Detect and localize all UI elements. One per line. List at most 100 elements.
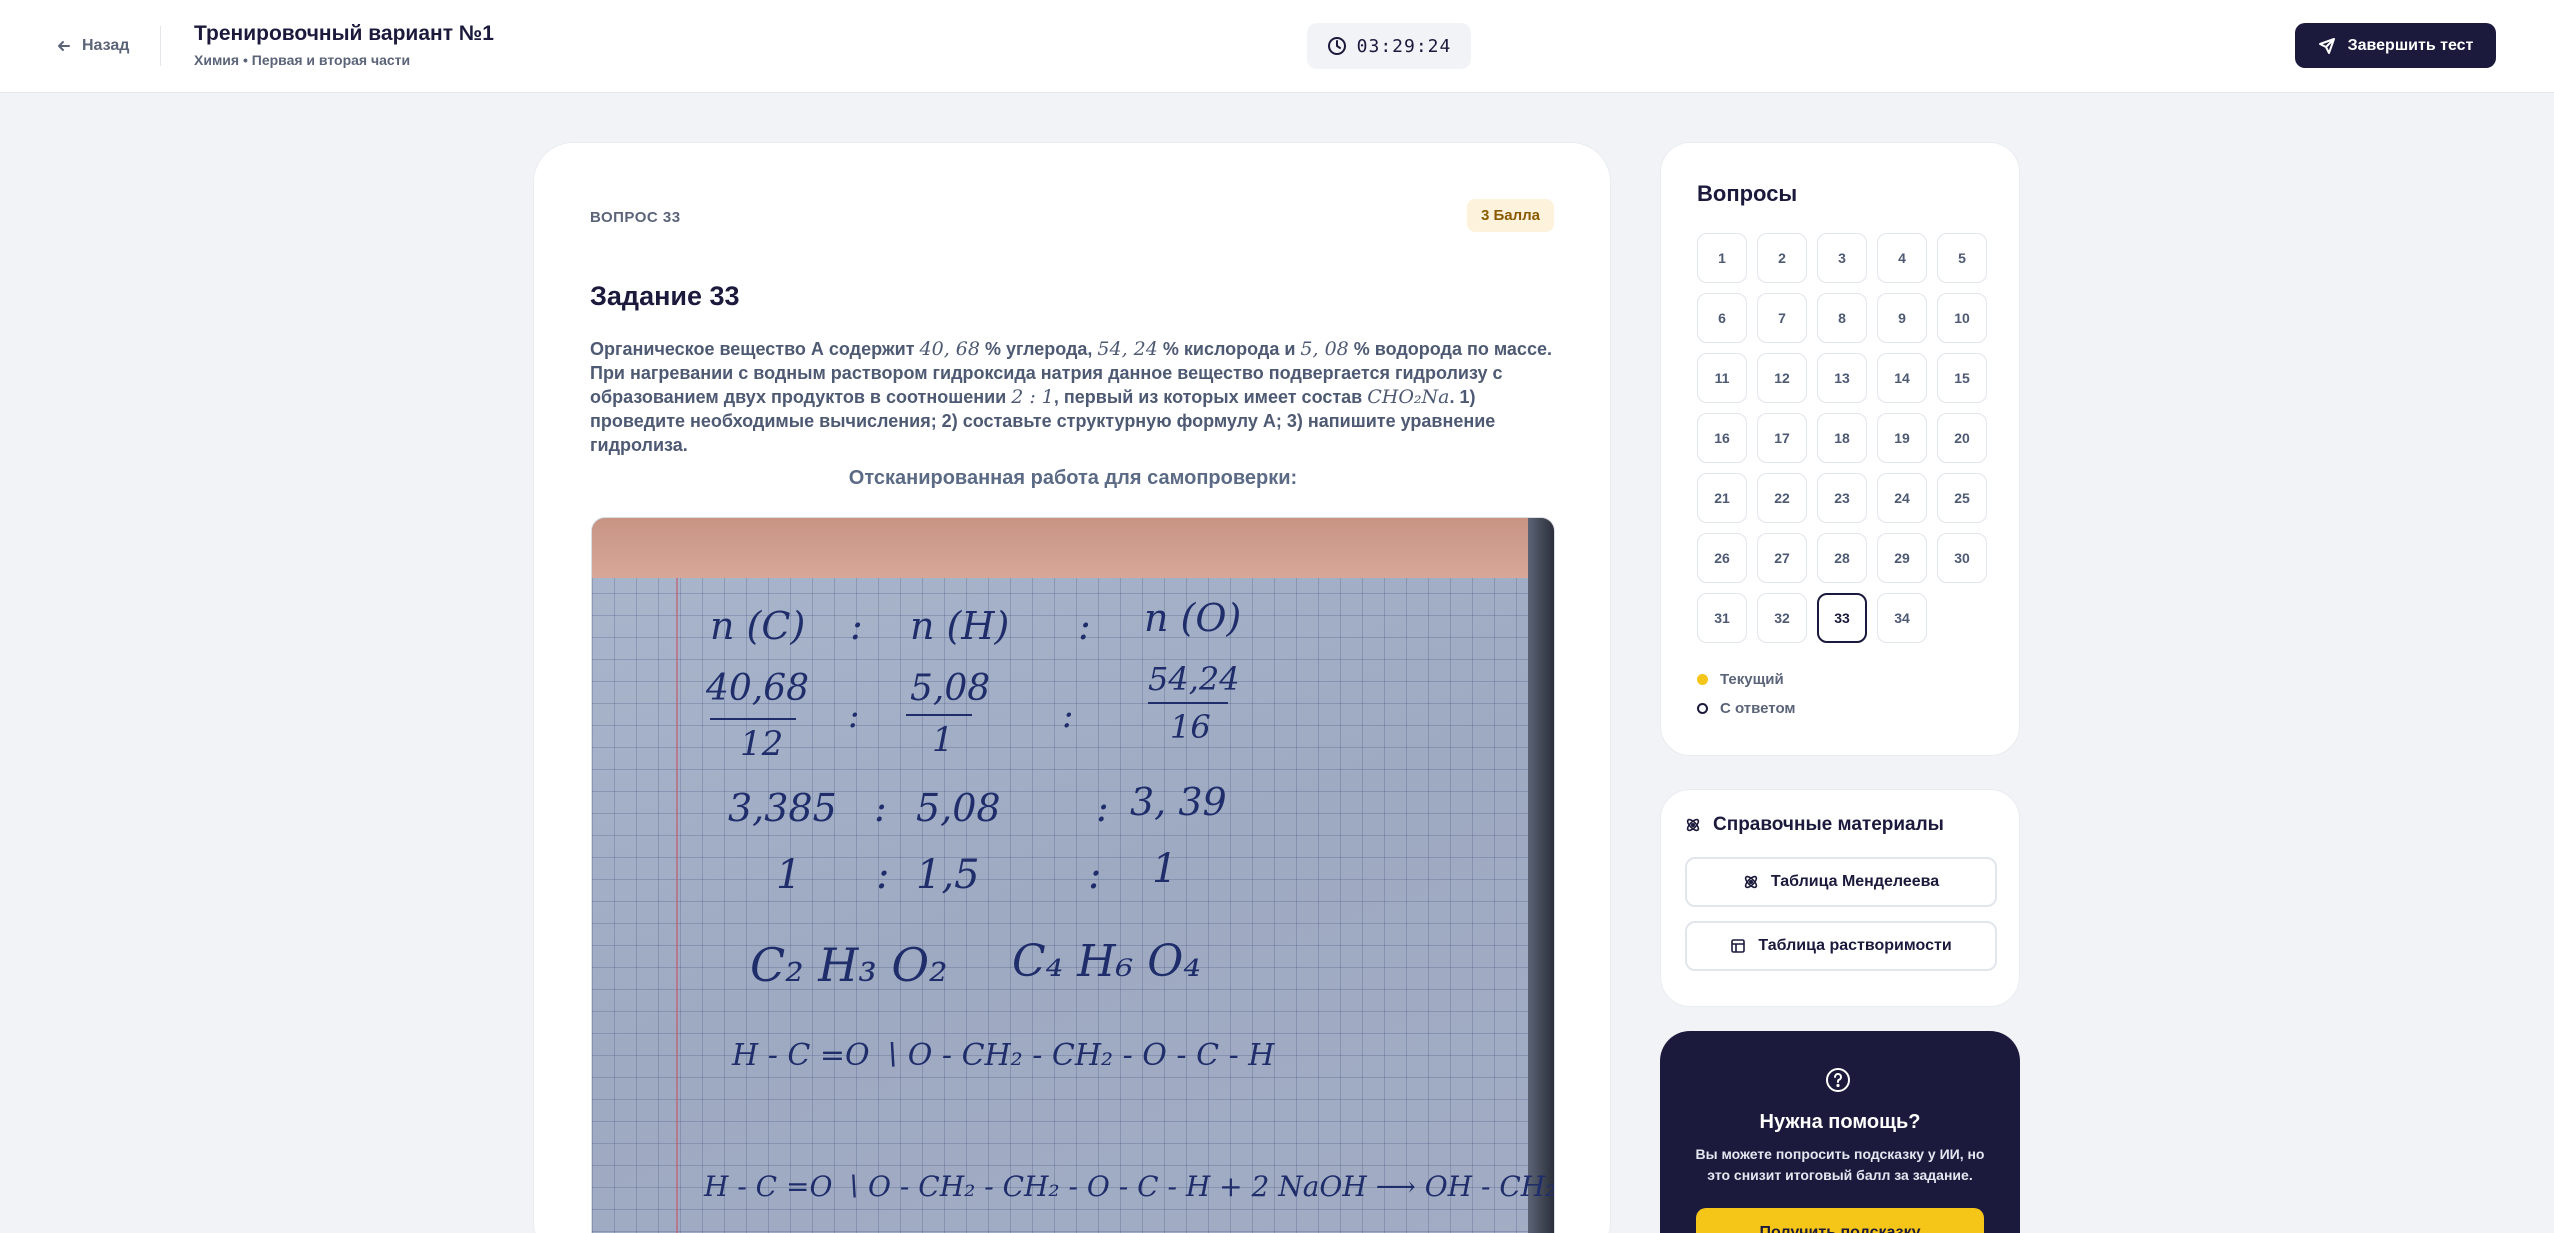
questions-panel: Вопросы 1 2 3 4 5 6 7 8 9 10 11 12 13 14 15 16 17 18 19 20 2…: [1660, 142, 2020, 756]
current-dot-icon: [1697, 674, 1708, 685]
question-nav-button[interactable]: 9: [1877, 293, 1927, 343]
question-nav-button[interactable]: 7: [1757, 293, 1807, 343]
reference-title-label: Справочные материалы: [1713, 814, 1944, 835]
hw-text: 16: [1170, 708, 1211, 746]
help-panel: Нужна помощь? Вы можете попросить подска…: [1660, 1031, 2020, 1233]
hw-text: n (C): [710, 604, 806, 648]
send-icon: [2318, 37, 2335, 54]
question-nav-button[interactable]: 2: [1757, 233, 1807, 283]
question-nav-button[interactable]: 21: [1697, 473, 1747, 523]
question-nav-button[interactable]: 3: [1817, 233, 1867, 283]
question-grid: 1 2 3 4 5 6 7 8 9 10 11 12 13 14 15 16 17 18 19 20 21 22 23 24 2…: [1697, 233, 1987, 643]
hw-text: 12: [740, 724, 784, 764]
task-title: Задание 33: [590, 281, 740, 311]
timer: 03:29:24: [1307, 23, 1471, 69]
finish-test-label: Завершить тест: [2347, 36, 2474, 54]
fraction-line: [710, 718, 796, 720]
question-nav-button[interactable]: 16: [1697, 413, 1747, 463]
solubility-table-label: Таблица растворимости: [1758, 937, 1952, 954]
question-nav-button[interactable]: 23: [1817, 473, 1867, 523]
header-divider: [160, 26, 161, 66]
hw-text: 40,68: [706, 668, 810, 709]
math-formula: CHO₂Na: [1367, 386, 1450, 408]
question-nav-button[interactable]: 12: [1757, 353, 1807, 403]
hw-text: :: [1062, 696, 1074, 736]
table-icon: [1731, 939, 1746, 953]
question-nav-button[interactable]: 17: [1757, 413, 1807, 463]
fraction-line: [1148, 702, 1228, 704]
question-nav-button[interactable]: 33: [1817, 593, 1867, 643]
scan-edge-shadow: [1528, 518, 1554, 1233]
question-nav-button[interactable]: 14: [1877, 353, 1927, 403]
question-nav-button[interactable]: 19: [1877, 413, 1927, 463]
task-text-part: , первый из которых имеет состав: [1053, 387, 1368, 407]
question-nav-button[interactable]: 11: [1697, 353, 1747, 403]
question-nav-button[interactable]: 22: [1757, 473, 1807, 523]
question-nav-button[interactable]: 29: [1877, 533, 1927, 583]
periodic-table-label: Таблица Менделеева: [1770, 873, 1940, 890]
hw-text: 5,08: [910, 668, 991, 709]
math-value: 54, 24: [1097, 338, 1158, 360]
hw-text: :: [876, 852, 890, 898]
periodic-table-button[interactable]: Таблица Менделеева: [1685, 857, 1997, 907]
hw-text: 3,385: [728, 786, 837, 830]
hw-text: :: [850, 604, 863, 648]
get-hint-button[interactable]: Получить подсказку: [1696, 1208, 1984, 1233]
finish-test-button[interactable]: Завершить тест: [2295, 23, 2496, 68]
question-nav-button[interactable]: 13: [1817, 353, 1867, 403]
hw-text: :: [848, 696, 860, 736]
back-label: Назад: [82, 37, 130, 54]
hw-text: :: [1078, 604, 1091, 648]
atom-icon: [1686, 818, 1700, 832]
question-nav-button[interactable]: 30: [1937, 533, 1987, 583]
question-nav-button[interactable]: 27: [1757, 533, 1807, 583]
fraction-line: [906, 714, 972, 716]
hw-text: :: [1088, 852, 1102, 898]
question-nav-button[interactable]: 5: [1937, 233, 1987, 283]
question-nav-button[interactable]: 28: [1817, 533, 1867, 583]
question-nav-button[interactable]: 25: [1937, 473, 1987, 523]
questions-panel-title: Вопросы: [1697, 181, 1798, 206]
question-nav-button[interactable]: 34: [1877, 593, 1927, 643]
question-nav-button[interactable]: 10: [1937, 293, 1987, 343]
question-circle-icon: [1826, 1068, 1850, 1092]
back-button[interactable]: Назад: [56, 34, 129, 58]
clock-icon: [1327, 37, 1346, 55]
scanned-work-image: n (C) : n (H) : n (O) 40,68 12 : 5,08 1 …: [591, 517, 1555, 1233]
hw-text: 1: [776, 852, 802, 898]
question-nav-button[interactable]: 26: [1697, 533, 1747, 583]
solubility-table-button[interactable]: Таблица растворимости: [1685, 921, 1997, 971]
question-nav-button[interactable]: 20: [1937, 413, 1987, 463]
question-nav-button[interactable]: 31: [1697, 593, 1747, 643]
legend-answered: С ответом: [1697, 700, 1796, 717]
legend-current-label: Текущий: [1720, 671, 1784, 688]
hw-formula: C₄ H₆ O₄: [1012, 936, 1201, 987]
question-nav-button[interactable]: 1: [1697, 233, 1747, 283]
test-subtitle: Химия • Первая и вторая части: [194, 52, 411, 68]
question-nav-button[interactable]: 4: [1877, 233, 1927, 283]
help-text: Вы можете попросить подсказку у ИИ, но э…: [1695, 1146, 1985, 1183]
timer-value: 03:29:24: [1356, 35, 1452, 57]
question-nav-button[interactable]: 32: [1757, 593, 1807, 643]
task-text: Органическое вещество А содержит 40, 68 …: [590, 337, 1556, 457]
hw-text: 1,5: [916, 852, 980, 898]
question-nav-button[interactable]: 24: [1877, 473, 1927, 523]
question-nav-button[interactable]: 6: [1697, 293, 1747, 343]
hw-structure: H - C =O ∖ O - CH₂ - CH₂ - O - C - H: [732, 1038, 1275, 1073]
question-nav-button[interactable]: 18: [1817, 413, 1867, 463]
reference-panel: Справочные материалы Таблица Менделеева …: [1660, 789, 2020, 1007]
question-nav-button[interactable]: 8: [1817, 293, 1867, 343]
legend-answered-label: С ответом: [1720, 700, 1796, 717]
atom-icon: [1744, 875, 1757, 889]
top-bar: Назад Тренировочный вариант №1 Химия • П…: [0, 0, 2554, 93]
arrow-left-icon: [58, 41, 70, 51]
hw-text: n (O): [1144, 596, 1242, 640]
hw-text: n (H): [910, 604, 1010, 648]
points-badge: 3 Балла: [1466, 199, 1554, 232]
hw-formula: C₂ H₃ O₂: [750, 938, 948, 992]
task-text-part: % кислорода и: [1157, 339, 1301, 359]
scan-background-strip: [592, 518, 1554, 578]
hw-equation: H - C =O ∖ O - CH₂ - CH₂ - O - C - H + 2…: [704, 1170, 1555, 1203]
question-nav-button[interactable]: 15: [1937, 353, 1987, 403]
answered-dot-icon: [1697, 703, 1708, 714]
